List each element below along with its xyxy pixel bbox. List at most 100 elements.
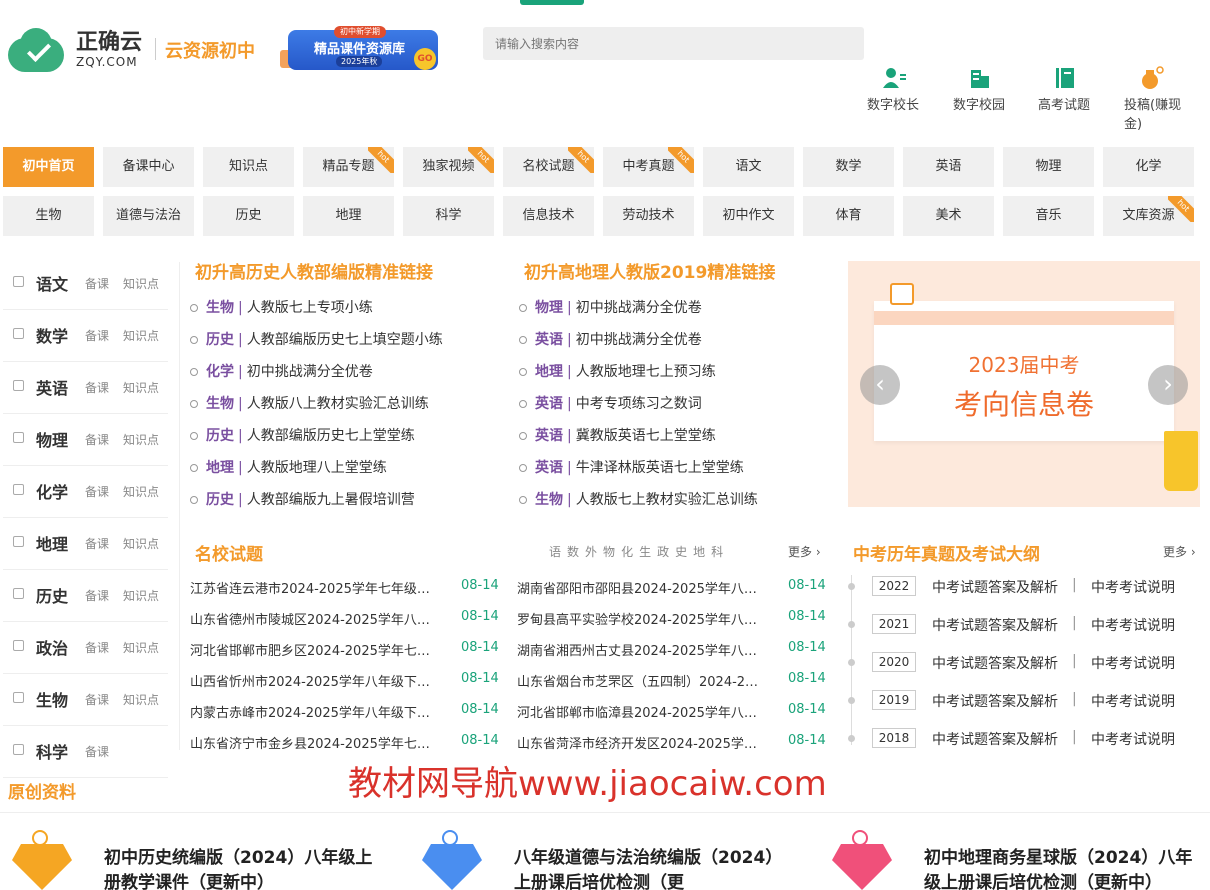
exam-title-link[interactable]: 河北省邯郸市临漳县2024-2025学年八… — [517, 702, 767, 721]
sidebar-subject[interactable]: 生物 备课 知识点 — [3, 674, 168, 726]
subject-knowledge-link[interactable]: 知识点 — [123, 535, 159, 552]
subject-knowledge-link[interactable]: 知识点 — [123, 483, 159, 500]
nav-art[interactable]: 美术 — [903, 196, 994, 236]
nav-science[interactable]: 科学 — [403, 196, 494, 236]
sidebar-subject[interactable]: 语文 备课 知识点 — [3, 258, 168, 310]
filter-tab[interactable]: 生 — [639, 545, 651, 559]
subject-name[interactable]: 历史 — [36, 583, 68, 607]
zhongkao-title[interactable]: 中考历年真题及考试大纲 — [853, 540, 1040, 565]
filter-tab[interactable]: 数 — [567, 545, 579, 559]
links-col2-title[interactable]: 初升高地理人教版2019精准链接 — [524, 258, 775, 283]
resource-link[interactable]: 历史 | 人教部编版历史七上填空题小练 — [190, 329, 443, 349]
search-input[interactable] — [483, 27, 864, 60]
zhongkao-syllabus-link[interactable]: 中考考试说明 — [1091, 729, 1175, 749]
carousel[interactable]: 2023届中考 考向信息卷 ‹ › — [848, 261, 1200, 507]
links-col1-title[interactable]: 初升高历史人教部编版精准链接 — [195, 258, 433, 283]
nav-composition[interactable]: 初中作文 — [703, 196, 794, 236]
carousel-next-button[interactable]: › — [1148, 365, 1188, 405]
sidebar-subject[interactable]: 历史 备课 知识点 — [3, 570, 168, 622]
nav-school-exams[interactable]: 名校试题 hot — [503, 147, 594, 187]
filter-tab[interactable]: 语 — [549, 545, 561, 559]
subject-name[interactable]: 科学 — [36, 739, 68, 763]
zhongkao-syllabus-link[interactable]: 中考考试说明 — [1091, 577, 1175, 597]
carousel-prev-button[interactable]: ‹ — [860, 365, 900, 405]
filter-tab[interactable]: 地 — [693, 545, 705, 559]
resource-link[interactable]: 生物 | 人教版七上教材实验汇总训练 — [519, 489, 758, 509]
nav-math[interactable]: 数学 — [803, 147, 894, 187]
tool-digital-campus[interactable]: 数字校园 — [953, 66, 1013, 115]
subject-name[interactable]: 地理 — [36, 531, 68, 555]
zhongkao-syllabus-link[interactable]: 中考考试说明 — [1091, 691, 1175, 711]
exam-title-link[interactable]: 罗甸县高平实验学校2024-2025学年八… — [517, 609, 767, 628]
filter-tab[interactable]: 科 — [711, 545, 723, 559]
subject-lesson-link[interactable]: 备课 — [85, 379, 109, 396]
site-logo[interactable]: 正确云 ZQY.COM — [4, 26, 142, 74]
nav-pe[interactable]: 体育 — [803, 196, 894, 236]
subject-knowledge-link[interactable]: 知识点 — [123, 639, 159, 656]
filter-tab[interactable]: 物 — [603, 545, 615, 559]
exam-title-link[interactable]: 内蒙古赤峰市2024-2025学年八年级下… — [190, 702, 440, 721]
subject-name[interactable]: 英语 — [36, 375, 68, 399]
subject-lesson-link[interactable]: 备课 — [85, 639, 109, 656]
nav-chinese[interactable]: 语文 — [703, 147, 794, 187]
zhongkao-answers-link[interactable]: 中考试题答案及解析 — [932, 729, 1058, 749]
subject-knowledge-link[interactable]: 知识点 — [123, 275, 159, 292]
nav-zhongkao-real[interactable]: 中考真题 hot — [603, 147, 694, 187]
exam-title-link[interactable]: 湖南省邵阳市邵阳县2024-2025学年八… — [517, 578, 767, 597]
nav-premium-topics[interactable]: 精品专题 hot — [303, 147, 394, 187]
subject-name[interactable]: 化学 — [36, 479, 68, 503]
nav-english[interactable]: 英语 — [903, 147, 994, 187]
nav-knowledge[interactable]: 知识点 — [203, 147, 294, 187]
tool-gaokao-exams[interactable]: 高考试题 — [1038, 66, 1098, 115]
promo-banner[interactable]: 初中新学期 精品课件资源库 2025年秋 GO — [280, 24, 440, 74]
exam-title-link[interactable]: 山东省菏泽市经济开发区2024-2025学… — [517, 733, 767, 752]
nav-history[interactable]: 历史 — [203, 196, 294, 236]
resource-link[interactable]: 地理 | 人教版地理八上堂堂练 — [190, 457, 387, 477]
subject-lesson-link[interactable]: 备课 — [85, 275, 109, 292]
sidebar-subject[interactable]: 数学 备课 知识点 — [3, 310, 168, 362]
original-title[interactable]: 原创资料 — [8, 778, 76, 803]
subject-name[interactable]: 政治 — [36, 635, 68, 659]
subject-lesson-link[interactable]: 备课 — [85, 431, 109, 448]
exam-title-link[interactable]: 江苏省连云港市2024-2025学年七年级… — [190, 578, 440, 597]
nav-music[interactable]: 音乐 — [1003, 196, 1094, 236]
zhongkao-syllabus-link[interactable]: 中考考试说明 — [1091, 653, 1175, 673]
tool-submit-earn[interactable]: 投稿(赚现金) — [1124, 66, 1198, 134]
resource-link[interactable]: 英语 | 牛津译林版英语七上堂堂练 — [519, 457, 744, 477]
school-exams-more-link[interactable]: 更多 › — [788, 543, 821, 560]
nav-biology[interactable]: 生物 — [3, 196, 94, 236]
zhongkao-syllabus-link[interactable]: 中考考试说明 — [1091, 615, 1175, 635]
resource-link[interactable]: 历史 | 人教部编版历史七上堂堂练 — [190, 425, 415, 445]
resource-link[interactable]: 生物 | 人教版八上教材实验汇总训练 — [190, 393, 429, 413]
sidebar-subject[interactable]: 地理 备课 知识点 — [3, 518, 168, 570]
exam-title-link[interactable]: 山东省德州市陵城区2024-2025学年八… — [190, 609, 440, 628]
resource-link[interactable]: 生物 | 人教版七上专项小练 — [190, 297, 373, 317]
nav-chemistry[interactable]: 化学 — [1103, 147, 1194, 187]
exam-title-link[interactable]: 山东省济宁市金乡县2024-2025学年七… — [190, 733, 440, 752]
nav-home[interactable]: 初中首页 — [3, 147, 94, 187]
filter-tab[interactable]: 外 — [585, 545, 597, 559]
subject-name[interactable]: 语文 — [36, 271, 68, 295]
exam-title-link[interactable]: 山东省烟台市芝罘区（五四制）2024-2… — [517, 671, 767, 690]
zhongkao-more-link[interactable]: 更多 › — [1163, 543, 1196, 560]
school-exams-title[interactable]: 名校试题 — [195, 540, 263, 565]
zhongkao-answers-link[interactable]: 中考试题答案及解析 — [932, 615, 1058, 635]
subject-lesson-link[interactable]: 备课 — [85, 587, 109, 604]
subject-knowledge-link[interactable]: 知识点 — [123, 379, 159, 396]
subject-lesson-link[interactable]: 备课 — [85, 483, 109, 500]
zhongkao-answers-link[interactable]: 中考试题答案及解析 — [932, 653, 1058, 673]
subject-name[interactable]: 数学 — [36, 323, 68, 347]
nav-it[interactable]: 信息技术 — [503, 196, 594, 236]
subject-lesson-link[interactable]: 备课 — [85, 327, 109, 344]
subject-lesson-link[interactable]: 备课 — [85, 535, 109, 552]
subject-knowledge-link[interactable]: 知识点 — [123, 431, 159, 448]
subject-knowledge-link[interactable]: 知识点 — [123, 587, 159, 604]
nav-morality-law[interactable]: 道德与法治 — [103, 196, 194, 236]
sidebar-subject[interactable]: 科学 备课 — [3, 726, 168, 778]
subject-knowledge-link[interactable]: 知识点 — [123, 691, 159, 708]
filter-tab[interactable]: 政 — [657, 545, 669, 559]
subject-knowledge-link[interactable]: 知识点 — [123, 327, 159, 344]
sidebar-subject[interactable]: 英语 备课 知识点 — [3, 362, 168, 414]
nav-library[interactable]: 文库资源 hot — [1103, 196, 1194, 236]
resource-link[interactable]: 化学 | 初中挑战满分全优卷 — [190, 361, 373, 381]
